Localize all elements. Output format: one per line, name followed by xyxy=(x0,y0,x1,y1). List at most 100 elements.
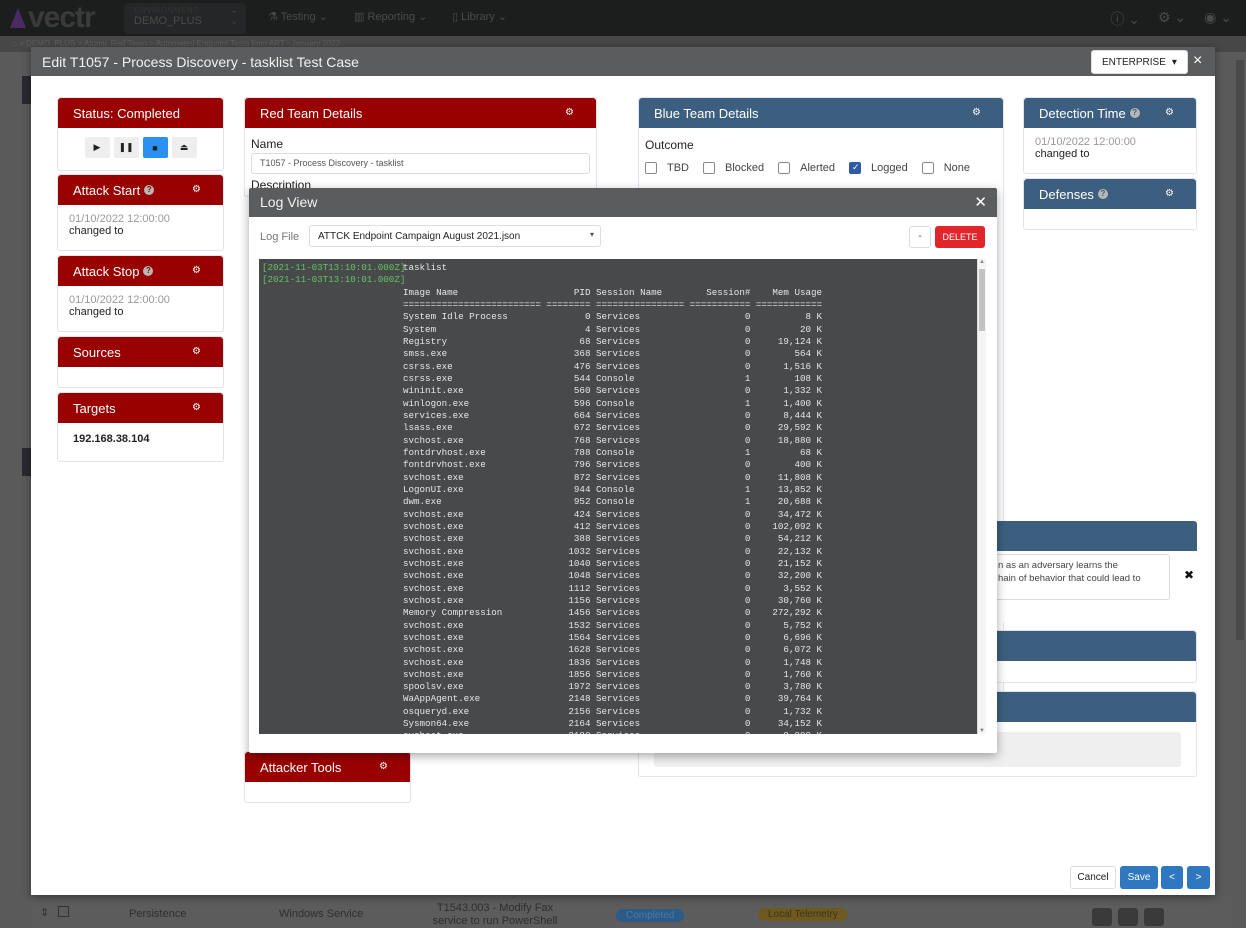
scroll-up-icon[interactable]: ▲ xyxy=(978,259,986,265)
scroll-down-icon[interactable]: ▼ xyxy=(978,728,986,734)
edition-dropdown[interactable]: ENTERPRISE ▾ xyxy=(1091,50,1188,74)
gears-icon[interactable]: ⚙ xyxy=(1165,188,1174,199)
log-timestamp xyxy=(259,472,403,484)
log-text: ========================= ======== =====… xyxy=(403,298,823,310)
name-input[interactable]: T1057 - Process Discovery - tasklist xyxy=(251,153,590,174)
vectr-logo[interactable]: vectr xyxy=(10,1,96,35)
log-line: svchost.exe 412 Services 0 102,092 K xyxy=(259,521,977,533)
checkbox[interactable] xyxy=(645,162,657,175)
gears-icon[interactable]: ⚙ xyxy=(1165,107,1174,118)
detection-time-note: changed to xyxy=(1035,148,1090,160)
gears-icon[interactable]: ⚙ xyxy=(192,402,201,413)
log-file-value: ATTCK Endpoint Campaign August 2021.json xyxy=(318,231,521,242)
remove-icon[interactable]: ✖ xyxy=(1184,568,1194,582)
gears-icon[interactable]: ⚙ xyxy=(379,761,388,772)
log-file-label: Log File xyxy=(260,231,300,243)
row-checkbox xyxy=(58,906,69,917)
outcome-none-label: None xyxy=(943,162,971,174)
log-terminal[interactable]: [2021-11-03T13:10:01.000Z] tasklist [2021-… xyxy=(259,259,977,734)
help-icon[interactable]: ? xyxy=(1129,108,1140,118)
log-text: services.exe 664 Services 0 8,444 K xyxy=(403,409,823,421)
log-timestamp xyxy=(259,336,403,348)
checkbox[interactable] xyxy=(703,162,715,175)
gears-icon[interactable]: ⚙ xyxy=(972,107,981,118)
log-line: lsass.exe 672 Services 0 29,592 K xyxy=(259,422,977,434)
log-timestamp xyxy=(259,669,403,681)
checkbox[interactable] xyxy=(778,162,791,175)
page-scrollbar[interactable] xyxy=(1236,60,1244,640)
nav-reporting[interactable]: ▥ Reporting ⌄ xyxy=(354,10,427,23)
log-timestamp xyxy=(259,657,403,669)
delete-button[interactable]: DELETE xyxy=(935,226,985,248)
modal-close-button[interactable]: × xyxy=(1193,52,1202,70)
gears-icon[interactable]: ⚙ xyxy=(192,184,201,195)
outcome-tbd[interactable]: TBD xyxy=(645,162,689,175)
status-title: Status: Completed xyxy=(73,105,180,121)
checkbox[interactable] xyxy=(921,162,934,175)
nav-library[interactable]: ▯ Library ⌄ xyxy=(452,10,507,23)
gears-icon[interactable]: ⚙ xyxy=(565,107,574,118)
gears-icon[interactable]: ⚙ xyxy=(192,265,201,276)
nav-testing-label: Testing xyxy=(280,11,316,23)
attack-start-timestamp: 01/10/2022 12:00:00 xyxy=(69,213,170,225)
eject-button[interactable]: ⏏ xyxy=(171,137,197,158)
pause-button[interactable]: ❚❚ xyxy=(113,137,139,158)
next-button[interactable]: > xyxy=(1187,866,1210,889)
blue-team-title: Blue Team Details xyxy=(654,105,759,121)
log-text: svchost.exe 2180 Services 0 8,008 K xyxy=(403,730,822,734)
outcome-none[interactable]: None xyxy=(921,162,971,175)
log-timestamp xyxy=(259,607,403,619)
environment-label: ENVIRONMENT xyxy=(134,6,199,15)
log-line: spoolsv.exe 1972 Services 0 3,780 K xyxy=(259,681,977,693)
attack-stop-title: Attack Stop xyxy=(73,263,140,279)
sources-header: Sources ⚙ xyxy=(58,337,223,367)
gear-icon[interactable]: ⚙ ⌄ xyxy=(1158,9,1186,29)
log-line: svchost.exe 1564 Services 0 6,696 K xyxy=(259,632,977,644)
play-button[interactable]: ▶ xyxy=(84,137,110,158)
log-file-select[interactable]: ATTCK Endpoint Campaign August 2021.json… xyxy=(309,225,601,247)
help-icon[interactable]: ? xyxy=(1097,189,1108,199)
log-line: [2021-11-03T13:10:01.000Z] tasklist xyxy=(259,262,977,274)
log-view-close-button[interactable]: ✕ xyxy=(974,193,987,211)
gears-icon[interactable]: ⚙ xyxy=(192,346,201,357)
log-timestamp xyxy=(259,324,403,336)
tag-icon xyxy=(1118,908,1138,926)
outcome-checkboxes: TBD Blocked Alerted Logged None xyxy=(645,162,997,175)
collapse-button[interactable]: - xyxy=(909,226,931,248)
log-text: svchost.exe 424 Services 0 34,472 K xyxy=(403,508,823,520)
log-line: svchost.exe 1856 Services 0 1,760 K xyxy=(259,669,977,681)
attack-start-note: changed to xyxy=(69,225,124,237)
save-button[interactable]: Save xyxy=(1120,866,1158,889)
scrollbar-thumb[interactable] xyxy=(979,269,985,331)
environment-select[interactable]: ENVIRONMENT DEMO_PLUS ⌃ ⌄ xyxy=(124,3,246,34)
copy-icon xyxy=(1092,908,1112,926)
log-timestamp: [2021-11-03T13:10:01.000Z] xyxy=(262,262,406,273)
previous-button[interactable]: < xyxy=(1161,866,1183,889)
attack-start-header: Attack Start? ⚙ xyxy=(58,175,223,205)
log-timestamp xyxy=(259,681,403,693)
log-line: fontdrvhost.exe 796 Services 0 400 K xyxy=(259,459,977,471)
log-timestamp xyxy=(259,693,403,705)
red-team-header: Red Team Details ⚙ xyxy=(245,98,596,128)
outcome-logged[interactable]: Logged xyxy=(849,162,908,175)
outcome-blocked[interactable]: Blocked xyxy=(703,162,764,175)
log-timestamp xyxy=(259,422,403,434)
help-icon[interactable]: ? xyxy=(144,185,155,195)
checkbox-checked[interactable] xyxy=(849,162,861,175)
outcome-alerted[interactable]: Alerted xyxy=(778,162,835,175)
help-icon[interactable]: ⓘ ⌄ xyxy=(1110,9,1140,29)
log-timestamp xyxy=(259,447,403,459)
attack-stop-header: Attack Stop? ⚙ xyxy=(58,256,223,286)
log-text: spoolsv.exe 1972 Services 0 3,780 K xyxy=(403,681,823,693)
stop-icon: ■ xyxy=(152,142,158,153)
nav-testing[interactable]: ⚗ Testing ⌄ xyxy=(268,10,328,23)
log-scrollbar[interactable]: ▲ ▼ xyxy=(977,259,986,734)
row-test-case: T1543.003 - Modify Fax service to run Po… xyxy=(432,902,558,927)
stop-button[interactable]: ■ xyxy=(142,137,168,158)
home-icon[interactable]: ⌂ xyxy=(12,39,17,48)
log-timestamp xyxy=(259,496,403,508)
nav-library-label: Library xyxy=(461,11,495,23)
help-icon[interactable]: ? xyxy=(143,266,154,276)
cancel-button[interactable]: Cancel xyxy=(1070,866,1116,889)
user-icon[interactable]: ◉ ⌄ xyxy=(1204,9,1232,29)
